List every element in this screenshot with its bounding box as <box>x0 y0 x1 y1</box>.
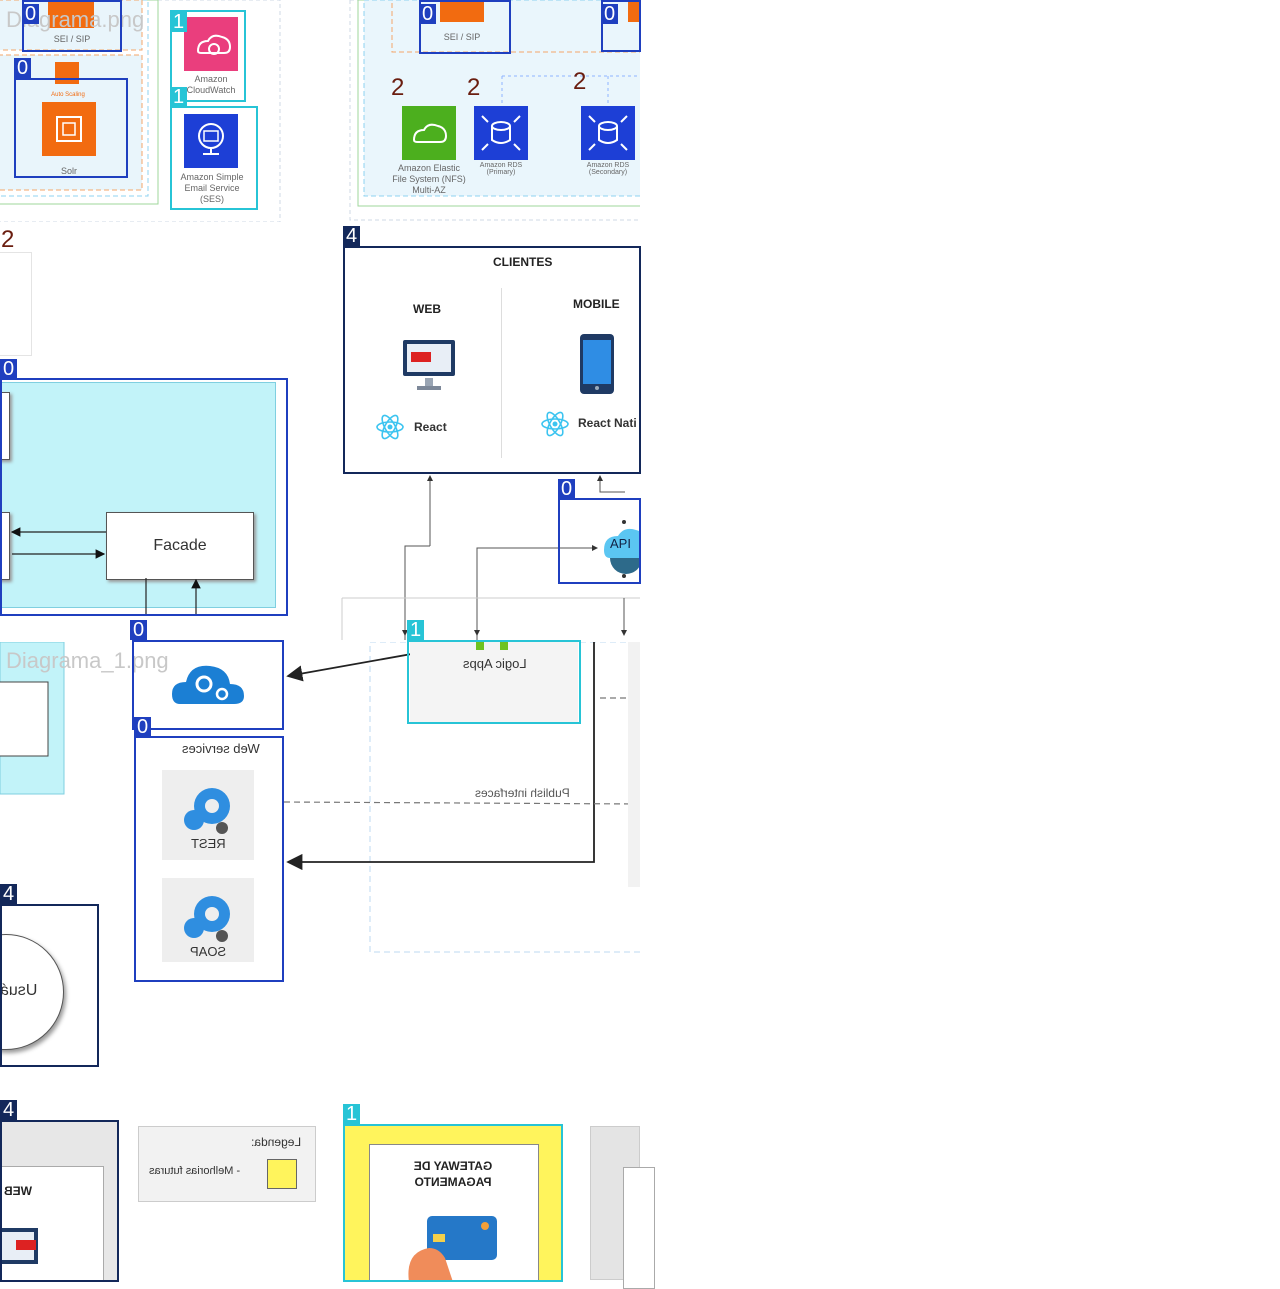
bbox-ses <box>170 106 258 210</box>
bbox-logic-apps <box>407 640 581 724</box>
badge: 0 <box>601 4 619 24</box>
bbox-web-mirror <box>0 1120 119 1282</box>
rds-primary-icon <box>474 106 528 160</box>
efs-label: Amazon Elastic File System (NFS) Multi-A… <box>392 163 466 195</box>
badge: 2 <box>467 74 481 101</box>
small-panel <box>0 252 32 356</box>
badge: 1 <box>170 87 188 107</box>
badge: 2 <box>573 68 587 95</box>
rds-secondary-label: Amazon RDS (Secondary) <box>586 162 630 176</box>
bbox-cloud-gears <box>132 640 284 730</box>
bbox-facade <box>0 378 288 616</box>
badge: 4 <box>0 1100 18 1120</box>
rds-secondary-icon <box>581 106 635 160</box>
bbox-user <box>0 904 99 1067</box>
badge: 4 <box>0 884 18 904</box>
right-panel-partial <box>590 1126 655 1289</box>
badge: 0 <box>130 620 148 640</box>
legend-swatch <box>267 1159 297 1189</box>
legend-panel: Legenda: - Melhorias futuras <box>138 1126 316 1202</box>
bbox-gateway <box>343 1124 563 1282</box>
bbox-clients <box>343 246 641 474</box>
badge: 0 <box>558 479 576 499</box>
legend-title: Legenda: <box>250 1135 301 1149</box>
rds-primary-label: Amazon RDS (Primary) <box>479 162 523 176</box>
bbox-api <box>558 498 641 584</box>
badge: 1 <box>170 12 188 32</box>
legend-item: - Melhorias futuras <box>149 1165 241 1177</box>
bbox-web-services <box>134 736 284 982</box>
efs-icon <box>402 106 456 160</box>
publish-label: Publish interfaces <box>475 786 570 800</box>
bbox-solr <box>14 78 128 178</box>
badge: 4 <box>343 226 361 246</box>
badge: 1 <box>343 1104 361 1124</box>
badge: 0 <box>419 4 437 24</box>
publish-label-wrap: Publish interfaces <box>440 786 570 800</box>
badge: 2 <box>1 226 15 253</box>
badge: 1 <box>407 620 425 640</box>
badge: 2 <box>391 74 405 101</box>
badge: 0 <box>14 58 32 78</box>
badge: 0 <box>134 717 152 737</box>
badge: 0 <box>0 359 18 379</box>
badge: 0 <box>22 4 40 24</box>
